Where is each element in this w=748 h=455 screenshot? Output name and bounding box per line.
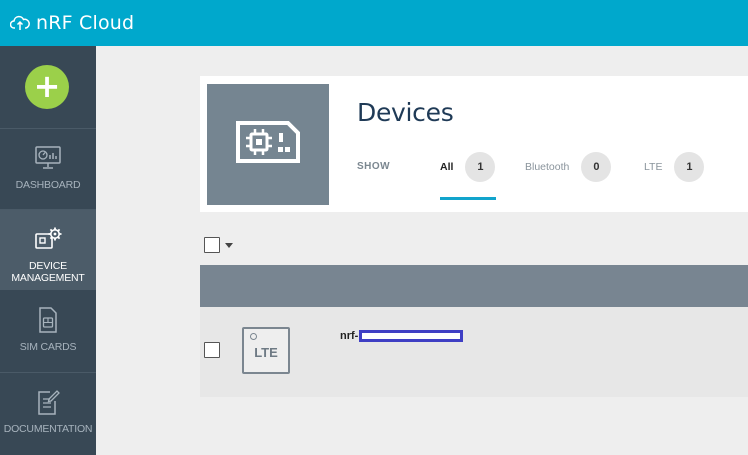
- tab-label: All: [440, 161, 454, 173]
- sidebar-item-label-line2: MANAGEMENT: [11, 272, 85, 284]
- sidebar-item-documentation[interactable]: DOCUMENTATION: [0, 373, 96, 453]
- add-button[interactable]: +: [25, 65, 69, 109]
- device-type-label: LTE: [254, 345, 278, 360]
- sidebar-item-sim-cards[interactable]: SIM CARDS: [0, 291, 96, 371]
- cloud-icon: [10, 15, 30, 31]
- sidebar-item-device-management[interactable]: DEVICE MANAGEMENT: [0, 210, 96, 290]
- devices-header-card: Devices SHOW All 1 Bluetooth 0 LTE 1: [200, 76, 748, 212]
- app-title: nRF Cloud: [36, 12, 135, 34]
- tab-all[interactable]: All 1: [440, 152, 496, 202]
- indicator-dot: [250, 333, 257, 340]
- lte-device-icon: LTE: [242, 327, 290, 374]
- device-name-link[interactable]: nrf-: [340, 330, 464, 342]
- sim-card-icon: [37, 307, 59, 333]
- redacted-device-id: [359, 330, 464, 342]
- tab-label: Bluetooth: [525, 161, 570, 173]
- sidebar-item-label-line1: DEVICE: [29, 260, 67, 272]
- count-badge: 1: [674, 152, 705, 182]
- sidebar-item-label: DOCUMENTATION: [3, 423, 93, 435]
- sidebar: + DASHBOARD DEVICE MANAGEMENT SIM CARDS …: [0, 46, 96, 455]
- document-edit-icon: [36, 389, 60, 415]
- chevron-down-icon[interactable]: [225, 242, 233, 248]
- dashboard-icon: [34, 145, 62, 171]
- table-row[interactable]: LTE nrf-: [200, 307, 748, 397]
- sidebar-item-label: SIM CARDS: [19, 341, 77, 353]
- select-all-control[interactable]: [204, 237, 233, 253]
- sidebar-item-dashboard[interactable]: DASHBOARD: [0, 129, 96, 209]
- device-board-icon: [234, 119, 302, 170]
- tab-bluetooth[interactable]: Bluetooth 0: [525, 152, 612, 202]
- sidebar-item-label: DEVICE MANAGEMENT: [11, 260, 84, 284]
- table-header: [200, 265, 748, 307]
- device-name-prefix: nrf-: [340, 330, 359, 342]
- brand[interactable]: nRF Cloud: [10, 0, 134, 46]
- row-checkbox[interactable]: [204, 342, 220, 358]
- show-filter-label: SHOW: [357, 161, 391, 172]
- top-bar: nRF Cloud: [0, 0, 748, 46]
- tab-lte[interactable]: LTE 1: [644, 152, 705, 202]
- count-badge: 1: [465, 152, 496, 182]
- device-thumbnail: [207, 84, 329, 205]
- tab-label: LTE: [644, 161, 663, 173]
- sidebar-item-label: DASHBOARD: [15, 179, 81, 191]
- page-title: Devices: [357, 98, 454, 127]
- plus-icon: +: [33, 67, 61, 105]
- select-all-checkbox[interactable]: [204, 237, 220, 253]
- device-gear-icon: [33, 226, 63, 252]
- active-tab-indicator: [440, 197, 496, 200]
- count-badge: 0: [581, 152, 612, 182]
